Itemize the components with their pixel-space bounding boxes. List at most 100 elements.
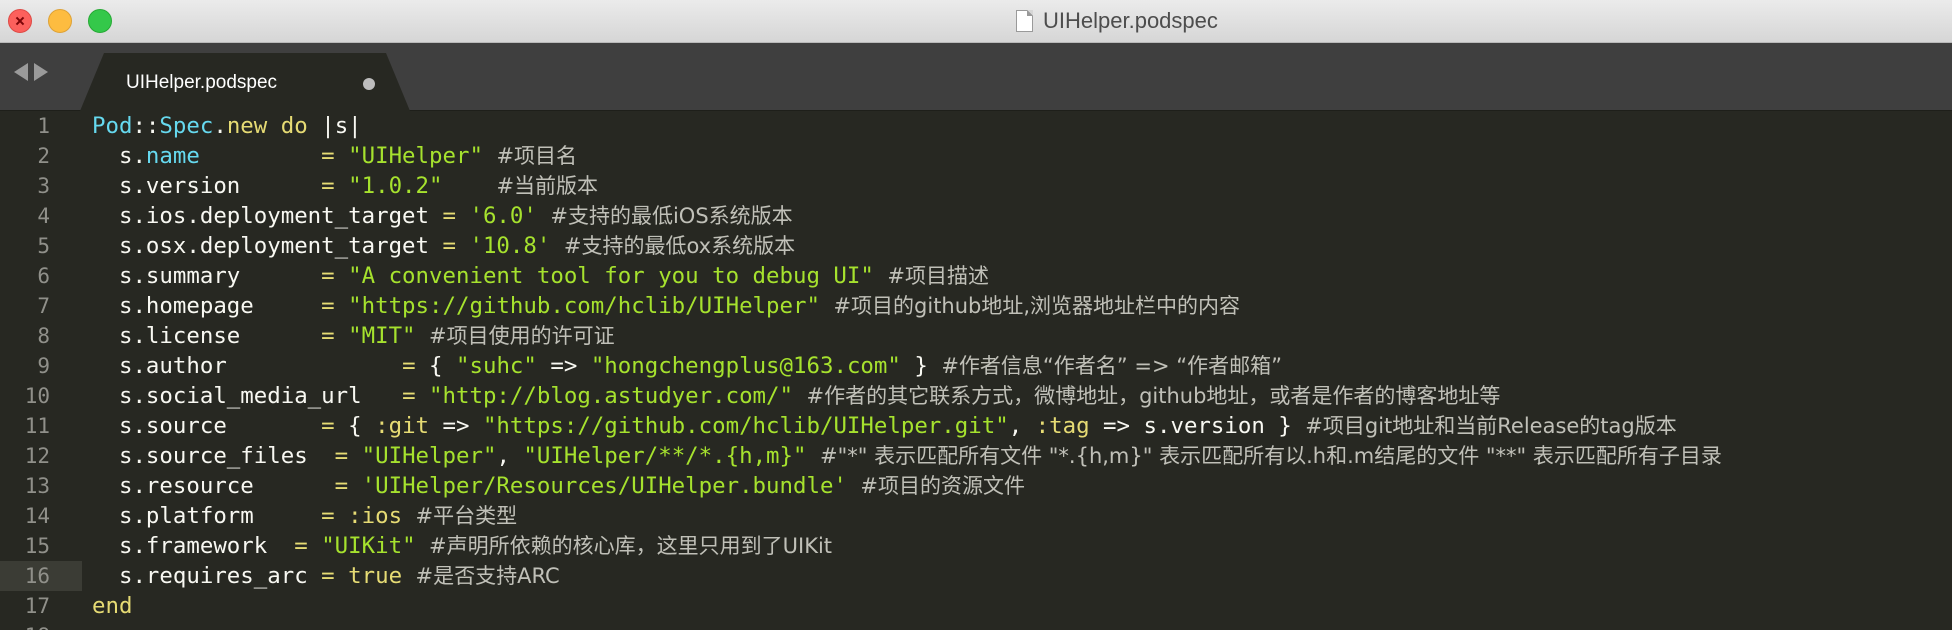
code-token: = bbox=[402, 353, 416, 379]
code-line[interactable]: 13 s.resource = 'UIHelper/Resources/UIHe… bbox=[0, 471, 1952, 501]
code-token: #平台类型 bbox=[415, 504, 518, 528]
code-line[interactable]: 4 s.ios.deployment_target = '6.0' #支持的最低… bbox=[0, 201, 1952, 231]
code-text: s.social_media_url = "http://blog.astudy… bbox=[92, 381, 1500, 411]
code-token: = bbox=[321, 293, 335, 319]
code-text: s.license = "MIT" #项目使用的许可证 bbox=[92, 321, 615, 351]
code-token: '6.0' bbox=[469, 203, 537, 229]
code-token: "UIHelper" bbox=[348, 143, 483, 169]
code-text: s.framework = "UIKit" #声明所依赖的核心库，这里只用到了U… bbox=[92, 531, 832, 561]
code-line[interactable]: 7 s.homepage = "https://github.com/hclib… bbox=[0, 291, 1952, 321]
code-token: . bbox=[213, 113, 227, 139]
code-token: name bbox=[145, 143, 200, 169]
code-line[interactable]: 5 s.osx.deployment_target = '10.8' #支持的最… bbox=[0, 231, 1952, 261]
code-token: s.framework bbox=[92, 533, 295, 559]
close-window-button[interactable] bbox=[8, 9, 32, 33]
code-line[interactable]: 12 s.source_files = "UIHelper", "UIHelpe… bbox=[0, 441, 1952, 471]
code-token: = bbox=[321, 413, 335, 439]
code-editor[interactable]: 1 Pod::Spec.new do |s| 2 s.name = "UIHelpe… bbox=[0, 111, 1952, 630]
code-text: s.requires_arc = true #是否支持ARC bbox=[92, 561, 560, 591]
code-line[interactable]: 6 s.summary = "A convenient tool for you… bbox=[0, 261, 1952, 291]
tab-uihelper-podspec[interactable]: UIHelper.podspec bbox=[80, 53, 410, 111]
code-line[interactable]: 11 s.source = { :git => "https://github.… bbox=[0, 411, 1952, 441]
code-token: "UIHelper" bbox=[361, 443, 497, 469]
code-text: s.version = "1.0.2" #当前版本 bbox=[92, 171, 598, 201]
code-token: #项目名 bbox=[496, 144, 578, 168]
unsaved-dot-icon[interactable] bbox=[363, 78, 375, 90]
code-token: "1.0.2" bbox=[348, 173, 443, 199]
minimize-window-button[interactable] bbox=[48, 9, 72, 33]
line-number: 9 bbox=[37, 354, 50, 378]
line-number: 14 bbox=[24, 504, 50, 528]
code-line[interactable]: 3 s.version = "1.0.2" #当前版本 bbox=[0, 171, 1952, 201]
chevron-left-icon[interactable] bbox=[14, 63, 28, 81]
line-number: 13 bbox=[24, 474, 50, 498]
code-token: #项目git地址和当前Release的tag版本 bbox=[1305, 414, 1677, 438]
code-text: s.ios.deployment_target = '6.0' #支持的最低iO… bbox=[92, 201, 793, 231]
code-token: s.author bbox=[92, 353, 403, 379]
code-token: #是否支持ARC bbox=[415, 564, 560, 588]
line-number: 2 bbox=[37, 144, 50, 168]
code-token: new bbox=[226, 113, 268, 139]
code-line[interactable]: 18 bbox=[0, 621, 1952, 630]
code-token: { bbox=[415, 353, 456, 379]
code-token: , bbox=[1008, 413, 1036, 439]
code-token: "hongchengplus@163.com" bbox=[590, 353, 901, 379]
code-line[interactable]: 2 s.name = "UIHelper" #项目名 bbox=[0, 141, 1952, 171]
code-token: = bbox=[321, 143, 335, 169]
line-number: 1 bbox=[37, 114, 50, 138]
code-text: s.homepage = "https://github.com/hclib/U… bbox=[92, 291, 1240, 321]
code-line[interactable]: 8 s.license = "MIT" #项目使用的许可证 bbox=[0, 321, 1952, 351]
tab-bar: UIHelper.podspec bbox=[0, 43, 1952, 111]
code-line[interactable]: 10 s.social_media_url = "http://blog.ast… bbox=[0, 381, 1952, 411]
code-text: s.author = { "suhc" => "hongchengplus@16… bbox=[92, 351, 1282, 381]
code-token: #项目描述 bbox=[887, 264, 989, 288]
code-token: "A convenient tool for you to debug UI" bbox=[348, 263, 874, 289]
code-token: s. bbox=[92, 143, 146, 169]
code-token: { bbox=[334, 413, 376, 439]
code-line[interactable]: 15 s.framework = "UIKit" #声明所依赖的核心库，这里只用… bbox=[0, 531, 1952, 561]
code-text: s.osx.deployment_target = '10.8' #支持的最低o… bbox=[92, 231, 795, 261]
code-token: = bbox=[402, 383, 416, 409]
code-token: s.summary bbox=[92, 263, 322, 289]
code-token: :tag bbox=[1035, 413, 1090, 439]
code-token: #作者的其它联系方式，微博地址，github地址，或者是作者的博客地址等 bbox=[806, 384, 1501, 408]
line-number: 12 bbox=[24, 444, 50, 468]
chevron-right-icon[interactable] bbox=[34, 63, 48, 81]
code-token: => s.version } bbox=[1089, 413, 1306, 439]
code-text: s.source_files = "UIHelper", "UIHelper/*… bbox=[92, 441, 1722, 471]
code-token: "suhc" bbox=[456, 353, 537, 379]
code-line[interactable]: 14 s.platform = :ios #平台类型 bbox=[0, 501, 1952, 531]
zoom-window-button[interactable] bbox=[88, 9, 112, 33]
code-token: :ios bbox=[348, 503, 403, 529]
code-token: #项目的资源文件 bbox=[860, 474, 1026, 498]
code-line[interactable]: 16 s.requires_arc = true #是否支持ARC bbox=[0, 561, 560, 591]
code-token: s.homepage bbox=[92, 293, 322, 319]
code-token: Spec bbox=[159, 113, 214, 139]
code-line[interactable]: 9 s.author = { "suhc" => "hongchengplus@… bbox=[0, 351, 1952, 381]
code-line[interactable]: 1 Pod::Spec.new do |s| bbox=[0, 111, 1952, 141]
tab-navigation bbox=[14, 63, 48, 81]
code-token: :: bbox=[132, 113, 160, 139]
line-number: 4 bbox=[37, 204, 50, 228]
code-line[interactable]: 17 end bbox=[0, 591, 1952, 621]
code-token: = bbox=[321, 263, 335, 289]
